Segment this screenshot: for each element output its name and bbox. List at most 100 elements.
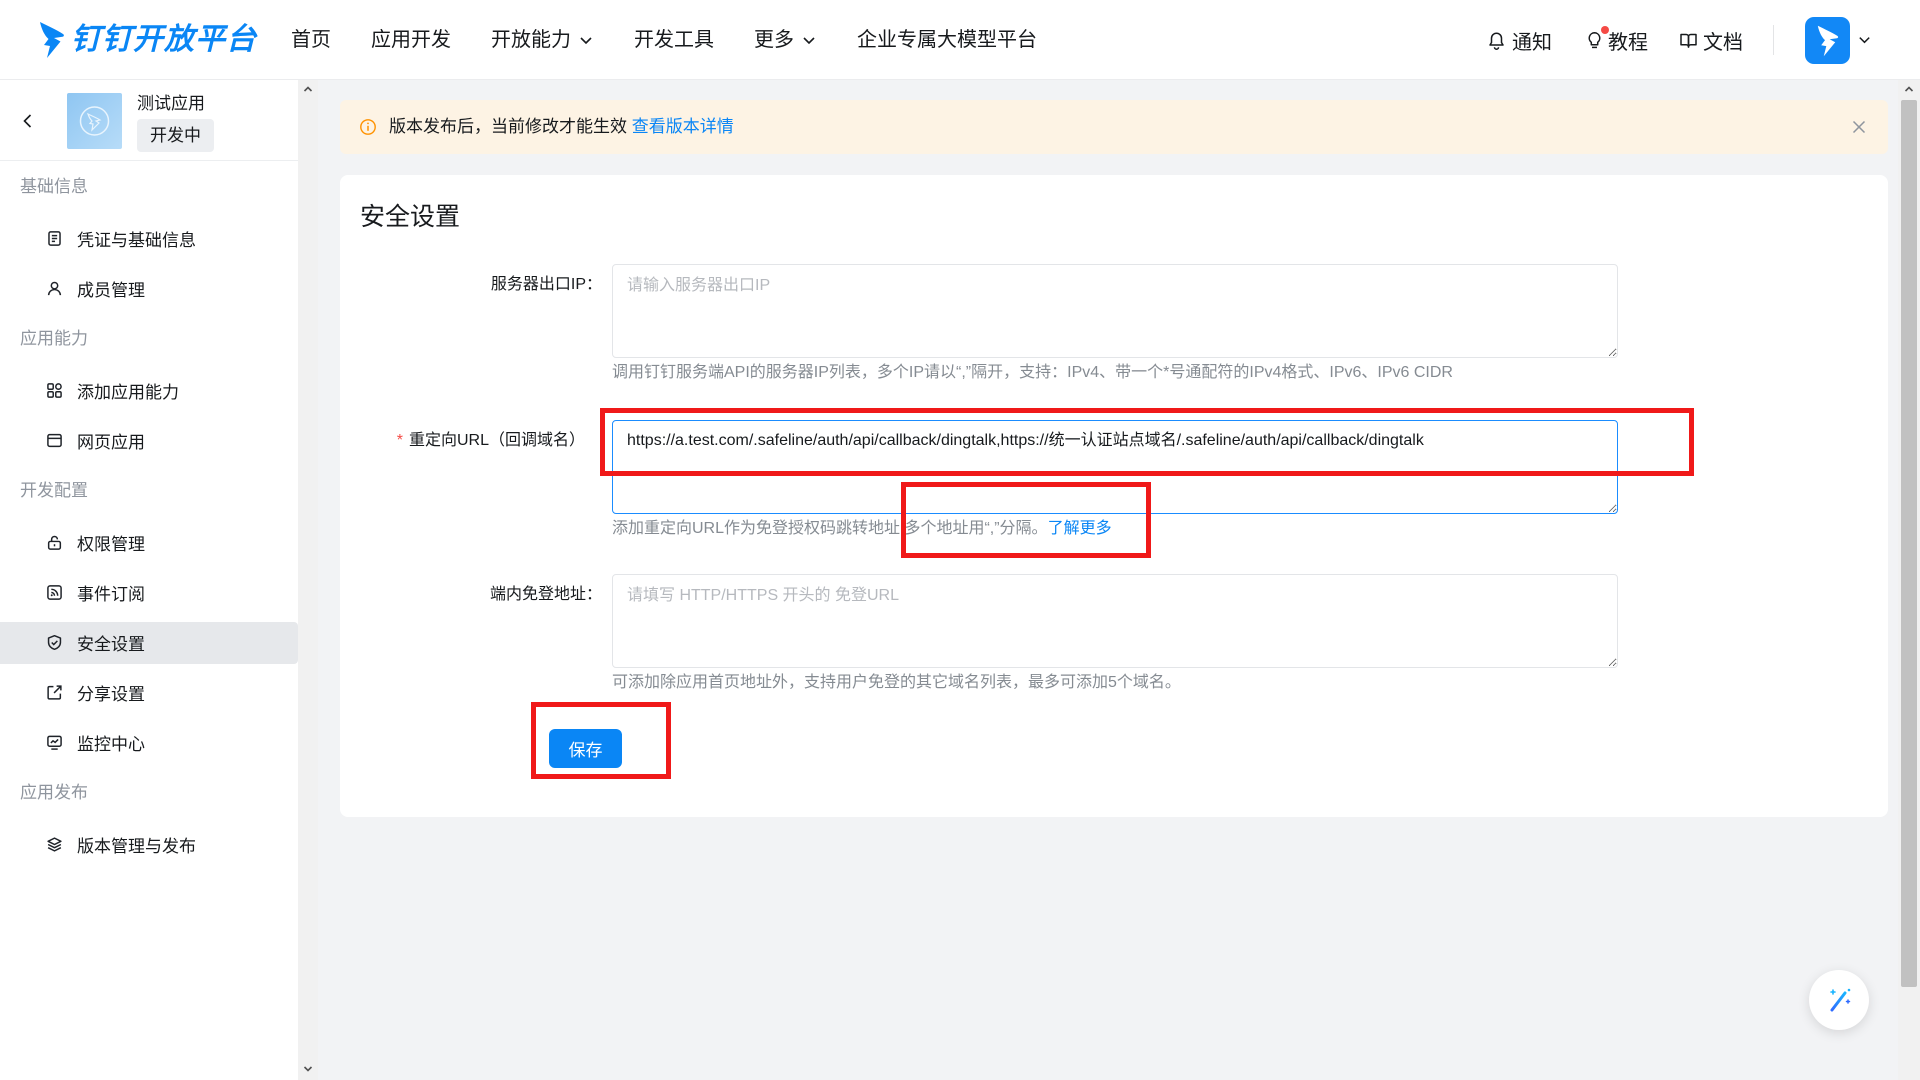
field-wrapper: 调用钉钉服务端API的服务器IP列表，多个IP请以“,”隔开，支持：IPv4、带… [612,264,1618,384]
book-icon [1679,31,1698,50]
sidebar-item-label: 事件订阅 [77,584,145,604]
notify-label: 通知 [1512,31,1552,54]
nav-open-capabilities[interactable]: 开放能力 [491,26,594,54]
layers-icon [46,836,63,853]
unread-dot [1601,25,1609,34]
nav-divider [1773,25,1774,55]
sidebar-item-add-capability[interactable]: 添加应用能力 [0,365,298,415]
sidebar-item-label: 添加应用能力 [77,382,179,402]
sidebar-scrollbar[interactable] [298,80,318,1080]
rss-icon [46,584,63,601]
chevron-down-icon[interactable] [302,1063,314,1075]
lightbulb-icon [1585,25,1609,50]
ai-assistant-button[interactable] [1809,970,1869,1030]
required-mark: * [396,432,403,449]
sidebar-app-header: 测试应用 开发中 [0,80,298,161]
sidebar-item-label: 版本管理与发布 [77,836,196,856]
field-help: 调用钉钉服务端API的服务器IP列表，多个IP请以“,”隔开，支持：IPv4、带… [612,364,1453,381]
app-icon [67,93,122,149]
sidebar-item-members[interactable]: 成员管理 [0,263,298,313]
tutorial-button[interactable]: 教程 [1585,0,1648,80]
chevron-down-icon [580,37,592,45]
app-name: 测试应用 [137,94,205,113]
share-icon [46,684,63,701]
main-nav: 首页 应用开发 开放能力 开发工具 更多 企业专属大模型平台 [291,0,1037,80]
main-scrollbar[interactable] [1898,80,1920,1080]
nav-label: 首页 [291,29,331,51]
nav-label: 应用开发 [371,29,451,51]
chevron-up-icon[interactable] [1903,83,1915,95]
field-wrapper: https://a.test.com/.safeline/auth/api/ca… [612,420,1618,540]
app-grid-icon [46,382,63,399]
back-button[interactable] [18,111,38,131]
field-wrapper: 可添加除应用首页地址外，支持用户免登的其它域名列表，最多可添加5个域名。 [612,574,1618,694]
nav-label: 开放能力 [491,29,571,51]
field-help: 可添加除应用首页地址外，支持用户免登的其它域名列表，最多可添加5个域名。 [612,674,1181,691]
chevron-up-icon[interactable] [302,83,314,95]
sso-url-input[interactable] [612,574,1618,668]
scrollbar-thumb[interactable] [1901,100,1917,987]
sidebar-section-title: 基础信息 [20,177,88,196]
docs-button[interactable]: 文档 [1679,0,1743,80]
redirect-url-input[interactable]: https://a.test.com/.safeline/auth/api/ca… [612,420,1618,514]
sidebar-item-share[interactable]: 分享设置 [0,667,298,717]
sidebar-item-label: 监控中心 [77,734,145,754]
field-label: 服务器出口IP： [490,276,602,293]
sidebar-item-event-subscription[interactable]: 事件订阅 [0,567,298,617]
browser-icon [46,432,63,449]
sidebar-section-title: 应用发布 [20,783,88,802]
nav-more[interactable]: 更多 [754,26,817,54]
chevron-down-icon [803,37,815,45]
shield-icon [46,634,63,651]
nav-label: 更多 [754,29,794,51]
docs-label: 文档 [1703,31,1743,54]
field-help-text: 添加重定向URL作为免登授权码跳转地址,多个地址用“,”分隔。 [612,520,1048,537]
logo-text: 钉钉开放平台 [71,23,257,56]
field-label: 端内免登地址： [489,586,602,603]
user-icon [46,280,63,297]
sidebar-item-versions[interactable]: 版本管理与发布 [0,819,298,869]
nav-app-dev[interactable]: 应用开发 [371,26,451,54]
chevron-left-icon [23,114,32,128]
nav-label: 开发工具 [634,29,714,51]
sidebar-item-monitoring[interactable]: 监控中心 [0,717,298,767]
file-text-icon [46,230,63,247]
dingtalk-logo-icon [40,22,64,58]
nav-home[interactable]: 首页 [291,26,331,54]
nav-label: 企业专属大模型平台 [857,29,1037,51]
status-badge: 开发中 [137,119,214,152]
lock-icon [46,534,63,551]
sidebar-item-credentials[interactable]: 凭证与基础信息 [0,213,298,263]
nav-dev-tools[interactable]: 开发工具 [634,26,714,54]
sidebar-item-label: 权限管理 [77,534,145,554]
close-icon[interactable] [1850,118,1868,136]
sidebar-item-label: 分享设置 [77,684,145,704]
sidebar-item-web-app[interactable]: 网页应用 [0,415,298,465]
nav-enterprise-llm[interactable]: 企业专属大模型平台 [857,26,1037,54]
dingtalk-avatar-icon [1817,25,1838,56]
sidebar-item-permissions[interactable]: 权限管理 [0,517,298,567]
magic-wand-icon [1830,988,1851,1012]
field-label: * 重定向URL（回调域名） [340,420,602,462]
field-label-text: 重定向URL（回调域名） [408,432,585,449]
sidebar-item-label: 成员管理 [77,280,145,300]
tutorial-label: 教程 [1608,31,1648,54]
sidebar-item-label: 网页应用 [77,432,145,452]
sidebar-item-security[interactable]: 安全设置 [0,617,298,667]
learn-more-link[interactable]: 了解更多 [1048,520,1112,537]
chevron-down-icon[interactable] [1857,32,1872,47]
save-button[interactable]: 保存 [549,729,622,768]
info-icon [360,119,376,135]
server-ip-input[interactable] [612,264,1618,358]
sidebar-section-title: 开发配置 [20,481,88,500]
notify-button[interactable]: 通知 [1487,0,1552,80]
banner-text: 版本发布后，当前修改才能生效 [389,117,627,136]
sidebar: 测试应用 开发中 基础信息 凭证与基础信息 成员管理 应用能力 添加应用能力 网… [0,80,298,1080]
view-version-link[interactable]: 查看版本详情 [632,117,734,136]
field-help: 添加重定向URL作为免登授权码跳转地址,多个地址用“,”分隔。了解更多 [612,518,1618,540]
logo[interactable]: 钉钉开放平台 [38,14,257,66]
sidebar-item-label: 安全设置 [77,634,145,654]
sidebar-item-label: 凭证与基础信息 [77,230,196,250]
avatar[interactable] [1805,17,1850,64]
top-nav: 钉钉开放平台 首页 应用开发 开放能力 开发工具 更多 企业专属大模型平台 通知… [0,0,1920,80]
